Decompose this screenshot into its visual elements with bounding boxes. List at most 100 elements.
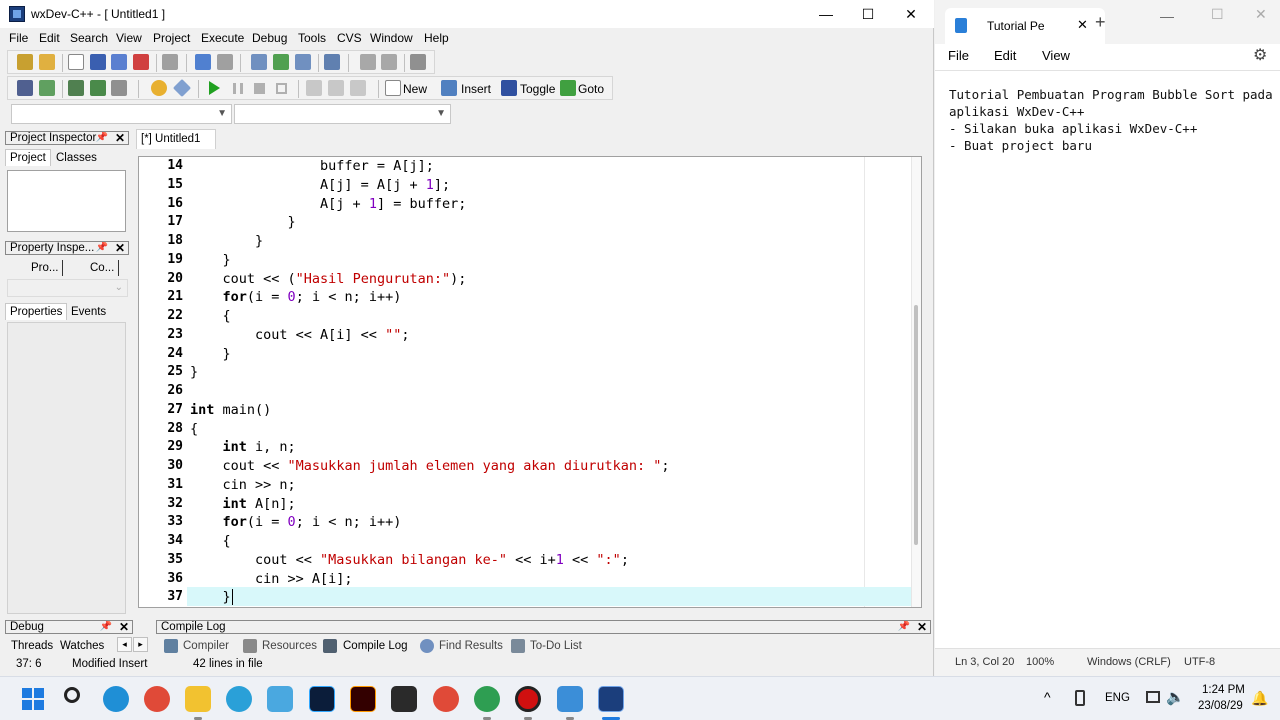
run-debug-icon[interactable] <box>209 81 220 95</box>
class-combo[interactable]: ▼ <box>11 104 232 124</box>
chrome-icon[interactable] <box>144 686 170 712</box>
tab-classes[interactable]: Classes <box>52 150 101 166</box>
insert-icon[interactable] <box>441 80 457 96</box>
toggle-bookmark-icon[interactable] <box>501 80 517 96</box>
tab-properties-short[interactable]: Pro... <box>27 260 64 276</box>
close-icon[interactable]: ✕ <box>115 242 125 254</box>
new-tab-icon[interactable]: + <box>1095 12 1106 33</box>
rebuild-icon[interactable] <box>90 80 106 96</box>
tab-scroll-right-icon[interactable]: ▸ <box>133 637 148 652</box>
menu-cvs[interactable]: CVS <box>337 31 362 45</box>
notification-bell-icon[interactable]: 🔔 <box>1251 690 1268 707</box>
new-file-icon[interactable] <box>68 54 84 70</box>
minimize-icon[interactable]: — <box>1160 8 1174 24</box>
clock-time[interactable]: 1:24 PM <box>1202 684 1245 696</box>
component-combo[interactable]: ⌄ <box>7 279 128 297</box>
find-icon[interactable] <box>251 54 267 70</box>
new-button[interactable]: New <box>403 82 427 96</box>
save-icon[interactable] <box>90 54 106 70</box>
menu-debug[interactable]: Debug <box>252 31 287 45</box>
scroll-thumb[interactable] <box>914 305 918 545</box>
close-icon[interactable]: ✕ <box>115 132 125 144</box>
notepad-taskbar-icon[interactable] <box>557 686 583 712</box>
close-tab-icon[interactable]: ✕ <box>1077 17 1088 33</box>
code-editor[interactable]: 14 15 16 17 18 19 20 21 22 23 24 25 26 27 28 29 30 31 32 33… <box>138 156 922 608</box>
close-button[interactable]: ✕ <box>889 0 933 28</box>
notepad-menu-file[interactable]: File <box>948 48 969 63</box>
maximize-button[interactable]: ☐ <box>846 0 890 28</box>
vertical-scrollbar[interactable] <box>911 157 921 607</box>
notepad-tab[interactable]: Tutorial Pe ✕ <box>945 8 1105 44</box>
menu-help[interactable]: Help <box>424 31 449 45</box>
language-indicator[interactable]: ENG <box>1105 692 1130 704</box>
redo-icon[interactable] <box>217 54 233 70</box>
compile-icon[interactable] <box>17 80 33 96</box>
clean-icon[interactable] <box>111 80 127 96</box>
edge-icon[interactable] <box>103 686 129 712</box>
tab-threads[interactable]: Threads <box>11 640 53 652</box>
pin-icon[interactable]: 📌 <box>96 242 108 254</box>
photoshop-icon[interactable] <box>309 686 335 712</box>
settings-gear-icon[interactable]: ⚙ <box>1253 45 1267 65</box>
tab-project[interactable]: Project <box>5 149 51 166</box>
indent-icon[interactable] <box>306 80 322 96</box>
search-icon[interactable] <box>64 687 80 703</box>
chrome-profile-icon[interactable] <box>433 686 459 712</box>
illustrator-icon[interactable] <box>350 686 376 712</box>
menu-execute[interactable]: Execute <box>201 31 244 45</box>
pin-icon[interactable]: 📌 <box>96 132 108 144</box>
clock-date[interactable]: 23/08/29 <box>1198 700 1243 712</box>
snipping-tool-icon[interactable] <box>267 686 293 712</box>
unindent-icon[interactable] <box>328 80 344 96</box>
usb-icon[interactable] <box>1075 690 1085 706</box>
menu-edit[interactable]: Edit <box>39 31 60 45</box>
network-icon[interactable] <box>1146 691 1160 703</box>
pause-icon[interactable] <box>233 83 243 94</box>
tab-todo-list[interactable]: To-Do List <box>530 640 582 652</box>
pen-app-icon[interactable] <box>391 686 417 712</box>
menu-view[interactable]: View <box>116 31 142 45</box>
step-icon[interactable] <box>276 83 287 94</box>
save-all-icon[interactable] <box>111 54 127 70</box>
tab-compiler[interactable]: Compiler <box>183 640 229 652</box>
replace-icon[interactable] <box>273 54 289 70</box>
tab-events[interactable]: Events <box>67 304 110 320</box>
insert-button[interactable]: Insert <box>461 82 491 96</box>
close-file-icon[interactable] <box>133 54 149 70</box>
tab-components-short[interactable]: Co... <box>86 260 120 276</box>
tab-compile-log[interactable]: Compile Log <box>343 640 408 652</box>
menu-search[interactable]: Search <box>70 31 108 45</box>
file-explorer-icon[interactable] <box>185 686 211 712</box>
volume-icon[interactable]: 🔈 <box>1166 688 1185 706</box>
properties-grid[interactable] <box>7 322 126 614</box>
menu-window[interactable]: Window <box>370 31 413 45</box>
stop-icon[interactable] <box>254 83 265 94</box>
new-project-icon[interactable] <box>17 54 33 70</box>
member-combo[interactable]: ▼ <box>234 104 451 124</box>
close-icon[interactable]: ✕ <box>1255 6 1267 23</box>
add-to-project-icon[interactable] <box>360 54 376 70</box>
about-icon[interactable] <box>172 78 192 98</box>
toggle-comment-icon[interactable] <box>350 80 366 96</box>
notepad-menu-view[interactable]: View <box>1042 48 1070 63</box>
compile-run-icon[interactable] <box>68 80 84 96</box>
remove-from-project-icon[interactable] <box>381 54 397 70</box>
windows-start-icon[interactable] <box>22 688 44 710</box>
undo-icon[interactable] <box>195 54 211 70</box>
help-icon[interactable] <box>151 80 167 96</box>
screen-recorder-icon[interactable] <box>515 686 541 712</box>
print-icon[interactable] <box>162 54 178 70</box>
minimize-button[interactable]: — <box>804 0 848 28</box>
tab-watches[interactable]: Watches <box>60 640 104 652</box>
tab-properties[interactable]: Properties <box>5 303 68 320</box>
chrome-profile-2-icon[interactable] <box>474 686 500 712</box>
tab-scroll-left-icon[interactable]: ◂ <box>117 637 132 652</box>
find-next-icon[interactable] <box>295 54 311 70</box>
goto-bookmark-icon[interactable] <box>560 80 576 96</box>
toggle-button[interactable]: Toggle <box>520 82 555 96</box>
menu-project[interactable]: Project <box>153 31 190 45</box>
menu-file[interactable]: File <box>9 31 28 45</box>
run-icon[interactable] <box>39 80 55 96</box>
tab-find-results[interactable]: Find Results <box>439 640 503 652</box>
editor-tab[interactable]: [*] Untitled1 <box>136 129 216 149</box>
